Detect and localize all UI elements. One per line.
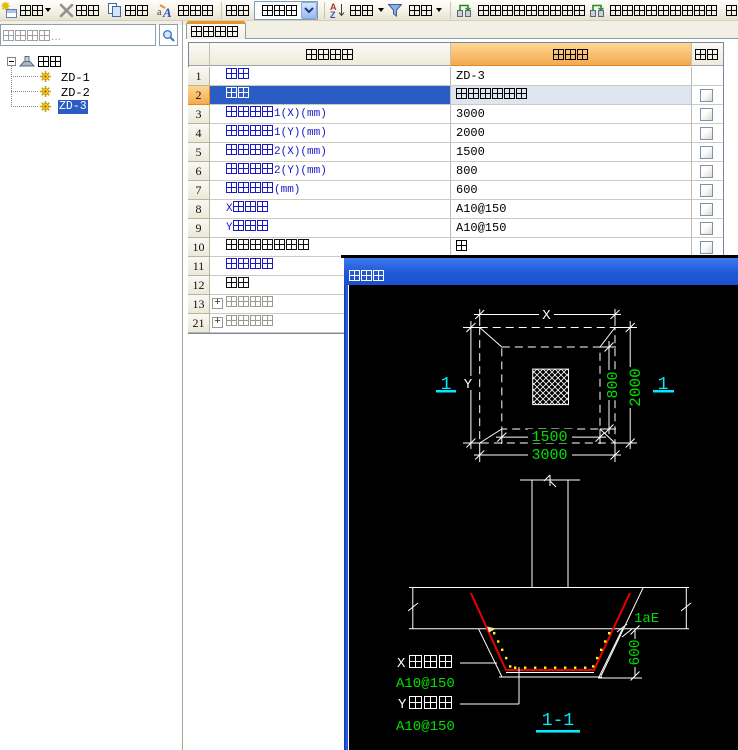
- svg-text:1aE: 1aE: [634, 611, 659, 627]
- svg-text:3000: 3000: [531, 447, 567, 464]
- svg-text:a: a: [157, 7, 162, 18]
- svg-text:A10@150: A10@150: [396, 719, 455, 735]
- svg-text:800: 800: [605, 371, 622, 398]
- svg-text:600: 600: [628, 639, 644, 665]
- svg-text:Z: Z: [330, 10, 336, 19]
- svg-text:X: X: [542, 308, 551, 324]
- svg-text:1-1: 1-1: [542, 711, 574, 731]
- svg-text:Y: Y: [398, 697, 407, 713]
- svg-text:Y: Y: [464, 377, 473, 393]
- svg-text:A10@150: A10@150: [396, 676, 455, 692]
- svg-text:2000: 2000: [627, 368, 645, 406]
- svg-text:X: X: [397, 656, 406, 672]
- svg-text:1500: 1500: [531, 429, 567, 446]
